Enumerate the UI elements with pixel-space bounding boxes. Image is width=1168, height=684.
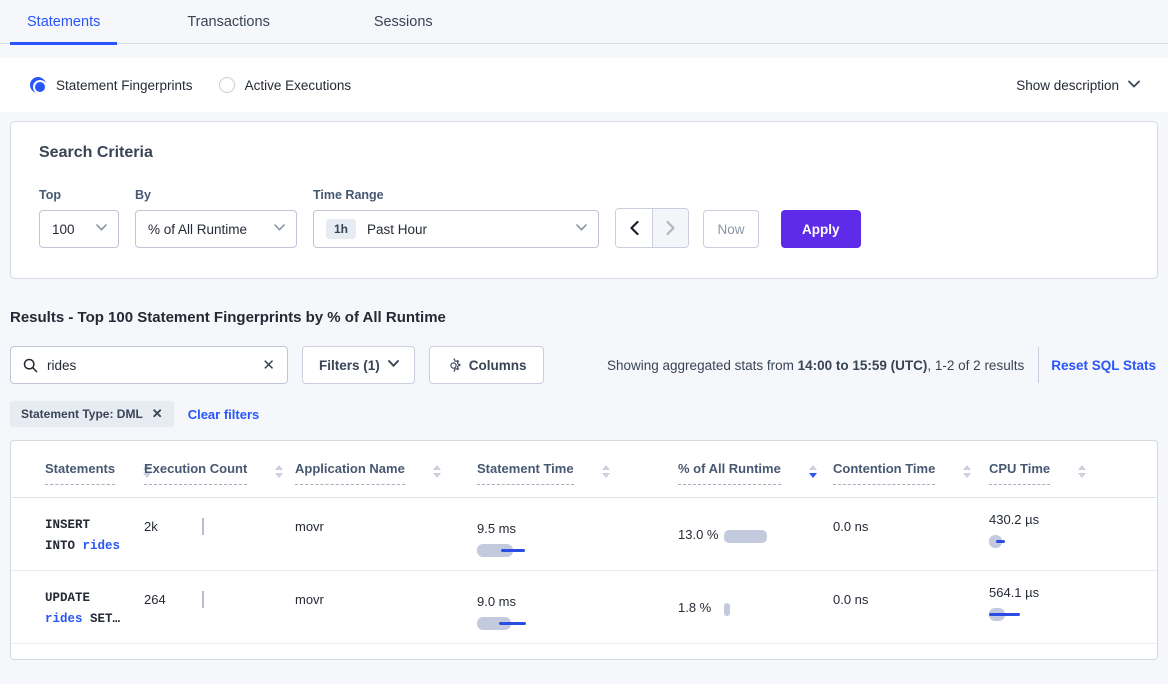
- runtime-pct-cell: 13.0 %: [678, 498, 833, 570]
- chevron-down-icon: [96, 224, 106, 234]
- execution-count-cell: 264: [144, 571, 295, 643]
- tab-transactions[interactable]: Transactions: [170, 4, 286, 45]
- sort-icon[interactable]: [275, 465, 283, 478]
- search-criteria-title: Search Criteria: [39, 144, 1129, 162]
- radio-label: Statement Fingerprints: [56, 78, 193, 93]
- sort-icon[interactable]: [1078, 465, 1086, 478]
- radio-selected-icon: [30, 77, 46, 93]
- time-range-select[interactable]: 1h Past Hour: [313, 210, 599, 248]
- now-button[interactable]: Now: [703, 210, 759, 248]
- search-input[interactable]: [47, 358, 262, 373]
- table-row: UPDATE rides SET… 264 movr 9.0 ms 1.8 % …: [11, 571, 1157, 644]
- statement-search-box[interactable]: ✕: [10, 346, 288, 384]
- aggregated-stats-note: Showing aggregated stats from 14:00 to 1…: [607, 358, 1024, 373]
- statement-time-cell: 9.5 ms: [477, 498, 678, 570]
- chevron-down-icon: [1128, 80, 1138, 90]
- cpu-time-barchart: [989, 535, 1149, 548]
- contention-time-cell: 0.0 ns: [833, 571, 989, 643]
- results-toolbar: ✕ Filters (1) Columns Showing aggregated…: [10, 346, 1158, 384]
- active-filters-row: Statement Type: DML ✕ Clear filters: [10, 401, 1158, 427]
- results-heading: Results - Top 100 Statement Fingerprints…: [10, 309, 1158, 326]
- time-range-value: Past Hour: [367, 222, 427, 237]
- gear-icon: [446, 358, 461, 373]
- execution-count-bar: [202, 518, 204, 535]
- column-header-contention-time[interactable]: Contention Time: [833, 441, 989, 497]
- table-row: INSERT INTO rides 2k movr 9.5 ms 13.0 % …: [11, 498, 1157, 571]
- radio-active-executions[interactable]: Active Executions: [219, 77, 352, 93]
- filters-button[interactable]: Filters (1): [302, 346, 415, 384]
- radio-statement-fingerprints[interactable]: Statement Fingerprints: [30, 77, 193, 93]
- chevron-down-icon: [388, 360, 398, 370]
- time-range-badge: 1h: [326, 219, 356, 239]
- top-select[interactable]: 100: [39, 210, 119, 248]
- radio-label: Active Executions: [245, 78, 352, 93]
- chevron-down-icon: [576, 224, 586, 234]
- tab-sessions[interactable]: Sessions: [357, 4, 450, 45]
- cpu-time-barchart: [989, 608, 1149, 621]
- statements-table: Statements Execution Count Application N…: [10, 440, 1158, 660]
- next-time-button[interactable]: [652, 209, 688, 247]
- columns-label: Columns: [469, 358, 527, 373]
- runtime-pct-cell: 1.8 %: [678, 571, 833, 643]
- top-label: Top: [39, 188, 119, 202]
- runtime-pct-bar: [724, 603, 730, 616]
- contention-time-cell: 0.0 ns: [833, 498, 989, 570]
- filter-chip-statement-type[interactable]: Statement Type: DML ✕: [10, 401, 174, 427]
- show-description-toggle[interactable]: Show description: [1016, 78, 1138, 93]
- column-header-execution-count[interactable]: Execution Count: [144, 441, 295, 497]
- execution-count-cell: 2k: [144, 498, 295, 570]
- column-header-application-name[interactable]: Application Name: [295, 441, 477, 497]
- cpu-time-cell: 430.2 µs: [989, 498, 1157, 570]
- column-header-statement-time[interactable]: Statement Time: [477, 441, 678, 497]
- by-label: By: [135, 188, 297, 202]
- statement-time-barchart: [477, 544, 670, 557]
- columns-button[interactable]: Columns: [429, 346, 544, 384]
- column-header-cpu-time[interactable]: CPU Time: [989, 441, 1157, 497]
- search-criteria-panel: Search Criteria Top 100 By % of All Runt…: [10, 121, 1158, 279]
- filter-chip-label: Statement Type: DML: [21, 407, 143, 421]
- top-tabbar: Statements Transactions Sessions: [0, 0, 1168, 44]
- top-select-value: 100: [52, 222, 75, 237]
- statement-link[interactable]: rides: [45, 612, 83, 626]
- by-control: By % of All Runtime: [135, 188, 297, 248]
- apply-button[interactable]: Apply: [781, 210, 861, 248]
- statement-time-barchart: [477, 617, 670, 630]
- clear-filters-link[interactable]: Clear filters: [188, 407, 260, 422]
- sort-icon[interactable]: [963, 465, 971, 478]
- by-select-value: % of All Runtime: [148, 222, 247, 237]
- vertical-divider: [1038, 347, 1039, 383]
- search-icon: [23, 358, 38, 373]
- sort-icon[interactable]: [433, 465, 441, 478]
- chevron-down-icon: [274, 224, 284, 234]
- show-description-label: Show description: [1016, 78, 1119, 93]
- sort-icon-active-desc[interactable]: [809, 465, 817, 478]
- view-toggle-strip: Statement Fingerprints Active Executions…: [0, 58, 1168, 112]
- remove-filter-icon[interactable]: ✕: [152, 406, 163, 422]
- time-nav-group: [615, 208, 689, 248]
- sort-icon[interactable]: [602, 465, 610, 478]
- column-header-statements[interactable]: Statements: [11, 441, 144, 497]
- filters-label: Filters (1): [319, 358, 380, 373]
- runtime-pct-bar: [724, 530, 767, 543]
- time-range-control: Time Range 1h Past Hour: [313, 188, 599, 248]
- clear-search-icon[interactable]: ✕: [262, 358, 275, 373]
- reset-sql-stats-link[interactable]: Reset SQL Stats: [1051, 358, 1158, 373]
- statement-cell: INSERT INTO rides: [11, 498, 131, 570]
- execution-count-bar: [202, 591, 204, 608]
- cpu-time-cell: 564.1 µs: [989, 571, 1157, 643]
- time-range-label: Time Range: [313, 188, 599, 202]
- previous-time-button[interactable]: [616, 209, 652, 247]
- statement-link[interactable]: rides: [83, 539, 121, 553]
- top-control: Top 100: [39, 188, 119, 248]
- radio-unselected-icon: [219, 77, 235, 93]
- application-name-cell: movr: [295, 571, 477, 643]
- tab-statements[interactable]: Statements: [10, 4, 117, 45]
- application-name-cell: movr: [295, 498, 477, 570]
- statement-cell: UPDATE rides SET…: [11, 571, 131, 643]
- column-header-runtime-pct[interactable]: % of All Runtime: [678, 441, 833, 497]
- by-select[interactable]: % of All Runtime: [135, 210, 297, 248]
- table-header-row: Statements Execution Count Application N…: [11, 441, 1157, 498]
- statement-time-cell: 9.0 ms: [477, 571, 678, 643]
